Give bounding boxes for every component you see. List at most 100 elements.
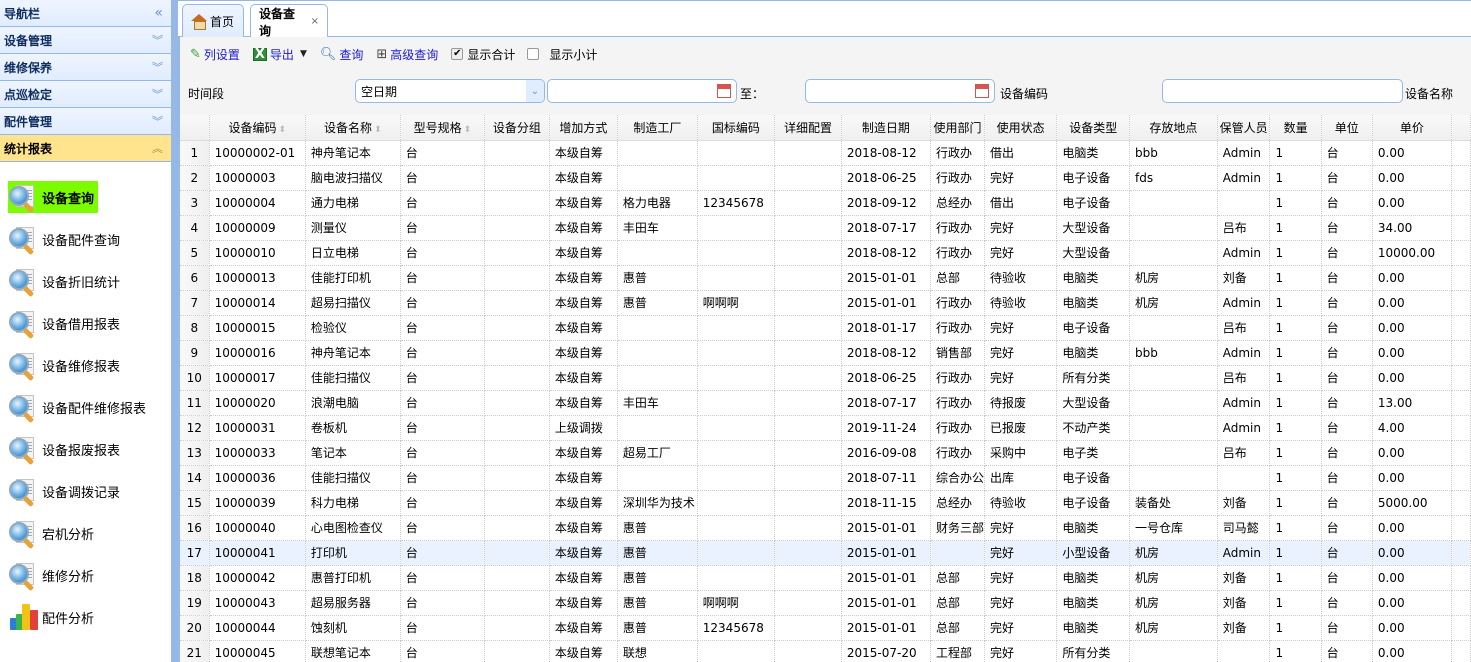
menu-item-depreciation[interactable]: 设备折旧统计	[0, 260, 171, 302]
export-button[interactable]: X 导出 ▼	[252, 46, 307, 63]
column-header[interactable]: 详细配置	[774, 115, 842, 141]
row-filler	[1451, 240, 1471, 266]
magnifier-document-icon	[8, 182, 40, 214]
table-cell: 电子类	[1056, 440, 1131, 466]
menu-item-repair-report[interactable]: 设备维修报表	[0, 344, 171, 386]
table-row[interactable]: 21 10000045 联想笔记本台本级自筹 联想 2015-07-20 工程部 完好 所有分…	[180, 640, 1471, 662]
column-header[interactable]: 设备分组	[484, 115, 550, 141]
sidebar-section-parts[interactable]: 配件管理 ︾	[0, 108, 171, 135]
menu-item-borrow-report[interactable]: 设备借用报表	[0, 302, 171, 344]
sort-icon[interactable]: ⬍	[278, 125, 286, 135]
table-row[interactable]: 6 10000013 佳能打印机台本级自筹 惠普 2015-01-01 总部 待验收 电脑类机…	[180, 265, 1471, 291]
device-code-input[interactable]	[1162, 79, 1403, 103]
table-row[interactable]: 13 10000033 笔记本台本级自筹 超易工厂 2016-09-08 行政办 采购中 电子…	[180, 440, 1471, 466]
table-cell: 本级自筹	[549, 365, 618, 391]
table-cell: 10000031	[209, 415, 306, 441]
column-header[interactable]: 单价	[1372, 115, 1452, 141]
table-row[interactable]: 14 10000036 佳能扫描仪台本级自筹 2018-07-11 综合办公 出库 电子设备…	[180, 465, 1471, 491]
table-row[interactable]: 3 10000004 通力电梯台本级自筹 格力电器 12345678 2018-09-12…	[180, 190, 1471, 216]
table-cell: 刘备	[1217, 490, 1271, 516]
menu-item-parts-analysis[interactable]: 配件分析	[0, 596, 171, 638]
table-row[interactable]: 1 10000002-01 神舟笔记本台本级自筹 2018-08-12 行政办 借出 电脑类…	[180, 140, 1471, 166]
column-header[interactable]: 单位	[1321, 115, 1373, 141]
table-row[interactable]: 9 10000016 神舟笔记本台本级自筹 2018-08-12 销售部 完好 电脑类 bbb…	[180, 340, 1471, 366]
menu-item-device-query[interactable]: 设备查询	[0, 176, 171, 218]
menu-item-scrap-report[interactable]: 设备报废报表	[0, 428, 171, 470]
sidebar-section-device-management[interactable]: 设备管理 ︾	[0, 27, 171, 54]
date-type-select[interactable]: 空日期 ⌄	[355, 79, 545, 103]
column-header[interactable]: 设备类型	[1056, 115, 1131, 141]
table-row[interactable]: 8 10000015 检验仪台本级自筹 2018-01-17 行政办 完好 电子设备 吕布 1 台…	[180, 315, 1471, 341]
end-date-input[interactable]	[805, 79, 995, 103]
table-cell: 台	[1321, 190, 1373, 216]
table-cell: fds	[1129, 165, 1218, 191]
calendar-icon[interactable]	[717, 84, 731, 98]
main-panel: 首页 设备查询 × ✎ 列设置 X 导出 ▼ 🔍︎ 查询 ⊞ 高级查询 ✔ 显示…	[178, 0, 1471, 662]
tab-home[interactable]: 首页	[182, 4, 244, 37]
menu-item-parts-repair-report[interactable]: 设备配件维修报表	[0, 386, 171, 428]
table-row[interactable]: 15 10000039 科力电梯台本级自筹 深圳华为技术 2018-11-15 总经办 待验…	[180, 490, 1471, 516]
checkbox-checked[interactable]: ✔	[451, 48, 464, 60]
column-header-label: 存放地点	[1149, 120, 1198, 135]
table-row[interactable]: 19 10000043 超易服务器台本级自筹 惠普 啊啊啊 2015-01-01 总部 完好电…	[180, 590, 1471, 616]
sort-icon[interactable]: ⬍	[374, 125, 382, 135]
sidebar-section-maintenance[interactable]: 维修保养 ︾	[0, 54, 171, 81]
menu-item-parts-query[interactable]: 设备配件查询	[0, 218, 171, 260]
column-settings-button[interactable]: ✎ 列设置	[190, 46, 240, 63]
table-row[interactable]: 7 10000014 超易扫描仪台本级自筹 惠普 啊啊啊 2015-01-01 行政办 待验收…	[180, 290, 1471, 316]
table-row[interactable]: 16 10000040 心电图检查仪台本级自筹 惠普 2015-01-01 财务三部 完好电…	[180, 515, 1471, 541]
calendar-icon[interactable]	[975, 84, 989, 98]
table-cell: 10000044	[209, 615, 306, 641]
column-header[interactable]: 设备名称 ⬍	[305, 115, 401, 141]
sidebar-section-reports[interactable]: 统计报表 ︽	[0, 135, 171, 162]
column-header[interactable]: 数量	[1269, 115, 1322, 141]
sort-icon[interactable]: ⬍	[464, 125, 472, 135]
table-row[interactable]: 11 10000020 浪潮电脑台本级自筹 丰田车 2018-07-17 行政办 待报废 大型…	[180, 390, 1471, 416]
table-row[interactable]: 2 10000003 脑电波扫描仪台本级自筹 2018-06-25 行政办 完好 电子设备 f…	[180, 165, 1471, 191]
table-cell: 行政办	[930, 140, 985, 166]
table-row[interactable]: 17 10000041 打印机台本级自筹 惠普 2015-01-01 完好 小型设备 机房 Ad…	[180, 540, 1471, 566]
table-row[interactable]: 4 10000009 测量仪台本级自筹 丰田车 2018-07-17 行政办 完好 大型设备吕…	[180, 215, 1471, 241]
caret-down-icon[interactable]: ▼	[300, 49, 307, 59]
row-number: 10	[180, 365, 210, 391]
menu-item-repair-analysis[interactable]: 维修分析	[0, 554, 171, 596]
table-row[interactable]: 5 10000010 日立电梯台本级自筹 2018-08-12 行政办 完好 大型设备 Adm…	[180, 240, 1471, 266]
column-header[interactable]: 存放地点	[1129, 115, 1218, 141]
column-header[interactable]: 制造日期	[841, 115, 931, 141]
table-cell: 联想笔记本	[305, 640, 401, 662]
show-subtotal-checkbox[interactable]: 显示小计	[527, 46, 597, 63]
column-header[interactable]: 制造工厂	[617, 115, 698, 141]
column-header[interactable]: 设备编码 ⬍	[209, 115, 306, 141]
query-button[interactable]: 🔍︎ 查询	[320, 46, 364, 63]
table-cell: 1	[1269, 640, 1322, 662]
column-header[interactable]: 保管人员	[1217, 115, 1271, 141]
menu-item-downtime-analysis[interactable]: 宕机分析	[0, 512, 171, 554]
table-cell	[697, 415, 776, 441]
advanced-query-button[interactable]: ⊞ 高级查询	[376, 46, 438, 63]
table-cell: 台	[400, 490, 485, 516]
column-header[interactable]: 使用部门	[930, 115, 985, 141]
column-header[interactable]: 使用状态	[984, 115, 1058, 141]
tab-device-query[interactable]: 设备查询 ×	[250, 4, 328, 38]
table-cell: 台	[400, 165, 485, 191]
double-chevron-left-icon[interactable]: «	[154, 5, 163, 21]
table-row[interactable]: 18 10000042 惠普打印机台本级自筹 惠普 2015-01-01 总部 完好 电脑类机…	[180, 565, 1471, 591]
menu-item-transfer-log[interactable]: 设备调拨记录	[0, 470, 171, 512]
column-header[interactable]: 国标编码	[697, 115, 776, 141]
column-header[interactable]: 增加方式	[549, 115, 618, 141]
table-row[interactable]: 10 10000017 佳能扫描仪台本级自筹 2018-06-25 行政办 完好 所有分类吕…	[180, 365, 1471, 391]
table-row[interactable]: 12 10000031 卷板机台上级调拨 2019-11-24 行政办 已报废 不动产类 Ad…	[180, 415, 1471, 441]
show-total-checkbox[interactable]: ✔ 显示合计	[451, 46, 515, 63]
close-icon[interactable]: ×	[311, 16, 319, 27]
sidebar-header: 导航栏 «	[0, 0, 171, 27]
table-cell: 台	[1321, 290, 1373, 316]
table-cell	[774, 315, 842, 341]
checkbox-unchecked[interactable]	[527, 48, 540, 60]
table-row[interactable]: 20 10000044 蚀刻机台本级自筹 惠普 12345678 2015-01-01 总部…	[180, 615, 1471, 641]
start-date-input[interactable]	[547, 79, 737, 103]
table-cell: 行政办	[930, 440, 985, 466]
row-filler	[1451, 415, 1471, 441]
chevron-down-icon[interactable]: ⌄	[526, 80, 544, 102]
column-header[interactable]: 型号规格 ⬍	[400, 115, 485, 141]
sidebar-section-inspection[interactable]: 点巡检定 ︾	[0, 81, 171, 108]
